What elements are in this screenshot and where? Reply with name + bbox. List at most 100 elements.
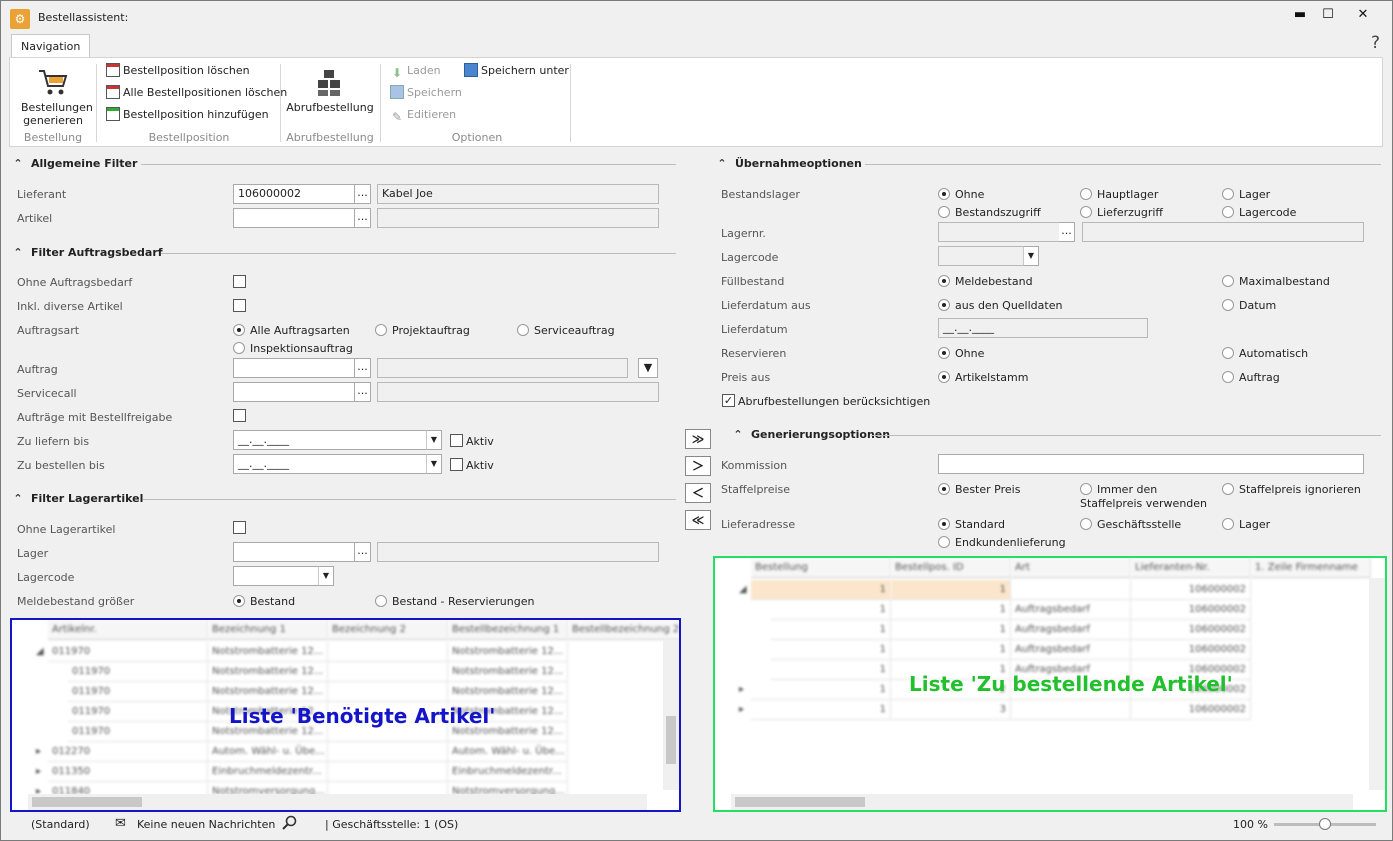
search-icon[interactable] <box>281 815 297 834</box>
ohne-auftragsbedarf-checkbox[interactable] <box>233 275 246 288</box>
radio-staffelpreis-ignorieren[interactable]: Staffelpreis ignorieren <box>1222 483 1361 497</box>
radio-meldebestand[interactable]: Meldebestand <box>938 275 1033 289</box>
scrollbar-thumb[interactable] <box>32 797 142 807</box>
radio-endkundenlieferung[interactable]: Endkundenlieferung <box>938 536 1066 550</box>
bestellposition-hinzufuegen-button[interactable]: Bestellposition hinzufügen <box>106 106 269 124</box>
artikel-input[interactable] <box>233 208 355 228</box>
column-header[interactable]: Artikelnr. <box>48 620 208 640</box>
column-header[interactable]: Bezeichnung 2 <box>328 620 448 640</box>
bestellungen-generieren-button[interactable]: Bestellungen generieren <box>16 68 93 127</box>
scrollbar-thumb[interactable] <box>735 797 865 807</box>
r-lagercode-dropdown-button[interactable]: ▼ <box>1023 246 1039 266</box>
expand-toggle-icon[interactable]: ▸ <box>735 680 751 700</box>
zu-bestellen-aktiv-checkbox[interactable] <box>450 458 463 471</box>
zu-bestellen-date-input[interactable]: __.__.____ <box>233 454 427 474</box>
radio-bl-lieferzugriff[interactable]: Lieferzugriff <box>1080 206 1163 220</box>
radio-la-lager[interactable]: Lager <box>1222 518 1270 532</box>
radio-projektauftrag[interactable]: Projektauftrag <box>375 324 470 338</box>
laden-button[interactable]: ⬇ Laden <box>390 62 441 80</box>
radio-maximalbestand[interactable]: Maximalbestand <box>1222 275 1330 289</box>
expand-toggle-icon[interactable] <box>735 620 751 640</box>
servicecall-input[interactable] <box>233 382 355 402</box>
radio-standard[interactable]: Standard <box>938 518 1005 532</box>
zu-bestellen-dropdown-button[interactable]: ▼ <box>426 454 442 474</box>
section-allgemeine-filter[interactable]: ⌃ Allgemeine Filter <box>11 157 137 171</box>
column-header[interactable]: Lieferanten-Nr. <box>1131 558 1251 578</box>
column-header[interactable]: Bestellung <box>751 558 891 578</box>
editieren-button[interactable]: ✎ Editieren <box>390 106 456 124</box>
ohne-lagerartikel-checkbox[interactable] <box>233 521 246 534</box>
transfer-all-right-button[interactable]: ≫ <box>685 429 711 449</box>
radio-bl-ohne[interactable]: Ohne <box>938 188 984 202</box>
radio-bl-lager[interactable]: Lager <box>1222 188 1270 202</box>
zu-liefern-date-input[interactable]: __.__.____ <box>233 430 427 450</box>
bestellfreigabe-checkbox[interactable] <box>233 409 246 422</box>
column-header[interactable]: Bestellbezeichnung 2 <box>568 620 679 640</box>
column-header[interactable]: Bezeichnung 1 <box>208 620 328 640</box>
lagercode-dropdown-button[interactable]: ▼ <box>318 566 334 586</box>
radio-bl-bestandszugriff[interactable]: Bestandszugriff <box>938 206 1041 220</box>
vertical-scrollbar[interactable] <box>663 640 679 790</box>
expand-toggle-icon[interactable] <box>32 702 48 722</box>
radio-bestand[interactable]: Bestand <box>233 595 295 609</box>
expand-toggle-icon[interactable] <box>32 682 48 702</box>
radio-geschaeftsstelle[interactable]: Geschäftsstelle <box>1080 518 1181 532</box>
radio-immer-staffelpreis[interactable]: Immer den Staffelpreis verwenden <box>1080 483 1215 511</box>
transfer-left-button[interactable]: ＜ <box>685 483 711 503</box>
expand-toggle-icon[interactable] <box>32 662 48 682</box>
help-icon[interactable]: ? <box>1371 33 1380 53</box>
lager-input[interactable] <box>233 542 355 562</box>
radio-bl-hauptlager[interactable]: Hauptlager <box>1080 188 1158 202</box>
abrufbestellung-button[interactable]: Abrufbestellung <box>286 66 374 114</box>
expand-toggle-icon[interactable] <box>735 660 751 680</box>
benoetigte-artikel-grid[interactable]: Artikelnr. Bezeichnung 1 Bezeichnung 2 Best… <box>10 618 681 812</box>
horizontal-scrollbar[interactable] <box>28 794 647 810</box>
bestellposition-loeschen-button[interactable]: Bestellposition löschen <box>106 62 250 80</box>
transfer-all-left-button[interactable]: ≪ <box>685 510 711 530</box>
radio-inspektionsauftrag[interactable]: Inspektionsauftrag <box>233 342 353 356</box>
expand-toggle-icon[interactable]: ▸ <box>32 742 48 762</box>
radio-preis-auftrag[interactable]: Auftrag <box>1222 371 1280 385</box>
speichern-unter-button[interactable]: Speichern unter <box>464 62 569 80</box>
close-button[interactable]: ✕ <box>1348 5 1378 25</box>
zu-liefern-aktiv-checkbox[interactable] <box>450 434 463 447</box>
auftrag-dropdown-button[interactable]: ▼ <box>638 358 658 378</box>
vertical-scrollbar[interactable] <box>1369 578 1385 790</box>
radio-bestand-reservierungen[interactable]: Bestand - Reservierungen <box>375 595 534 609</box>
expand-toggle-icon[interactable]: ◢ <box>735 580 751 600</box>
column-header[interactable]: 1. Zeile Firmenname <box>1251 558 1371 578</box>
expand-toggle-icon[interactable] <box>735 640 751 660</box>
lagernr-browse-button[interactable]: ... <box>1059 222 1075 242</box>
radio-res-ohne[interactable]: Ohne <box>938 347 984 361</box>
column-header[interactable]: Bestellbezeichnung 1 <box>448 620 568 640</box>
minimize-button[interactable]: ▬ <box>1285 5 1315 25</box>
inkl-diverse-checkbox[interactable] <box>233 299 246 312</box>
zu-liefern-dropdown-button[interactable]: ▼ <box>426 430 442 450</box>
expand-toggle-icon[interactable]: ▸ <box>735 700 751 720</box>
speichern-button[interactable]: Speichern <box>390 84 462 102</box>
column-header[interactable]: Art <box>1011 558 1131 578</box>
expand-toggle-icon[interactable]: ◢ <box>32 642 48 662</box>
tab-navigation[interactable]: Navigation <box>11 34 91 58</box>
lieferant-input[interactable]: 106000002 <box>233 184 355 204</box>
lieferant-browse-button[interactable]: ... <box>355 184 371 204</box>
expand-toggle-icon[interactable] <box>32 722 48 742</box>
status-messages[interactable]: Keine neuen Nachrichten <box>137 818 275 831</box>
expand-toggle-icon[interactable]: ▸ <box>32 762 48 782</box>
horizontal-scrollbar[interactable] <box>731 794 1353 810</box>
radio-datum[interactable]: Datum <box>1222 299 1276 313</box>
servicecall-browse-button[interactable]: ... <box>355 382 371 402</box>
section-filter-auftragsbedarf[interactable]: ⌃ Filter Auftragsbedarf <box>11 246 162 260</box>
expand-toggle-icon[interactable] <box>735 600 751 620</box>
radio-alle-auftragsarten[interactable]: Alle Auftragsarten <box>233 324 350 338</box>
section-uebernahmeoptionen[interactable]: ⌃ Übernahmeoptionen <box>715 157 861 171</box>
zoom-slider[interactable] <box>1274 818 1376 830</box>
zoom-slider-thumb[interactable] <box>1319 818 1331 830</box>
column-header[interactable]: Bestellpos. ID <box>891 558 1011 578</box>
artikel-browse-button[interactable]: ... <box>355 208 371 228</box>
radio-res-automatisch[interactable]: Automatisch <box>1222 347 1308 361</box>
scrollbar-thumb[interactable] <box>666 716 676 764</box>
maximize-button[interactable]: ☐ <box>1313 5 1343 25</box>
lagercode-select[interactable] <box>233 566 319 586</box>
abrufbestellungen-checkbox[interactable]: ✓ <box>722 394 735 407</box>
